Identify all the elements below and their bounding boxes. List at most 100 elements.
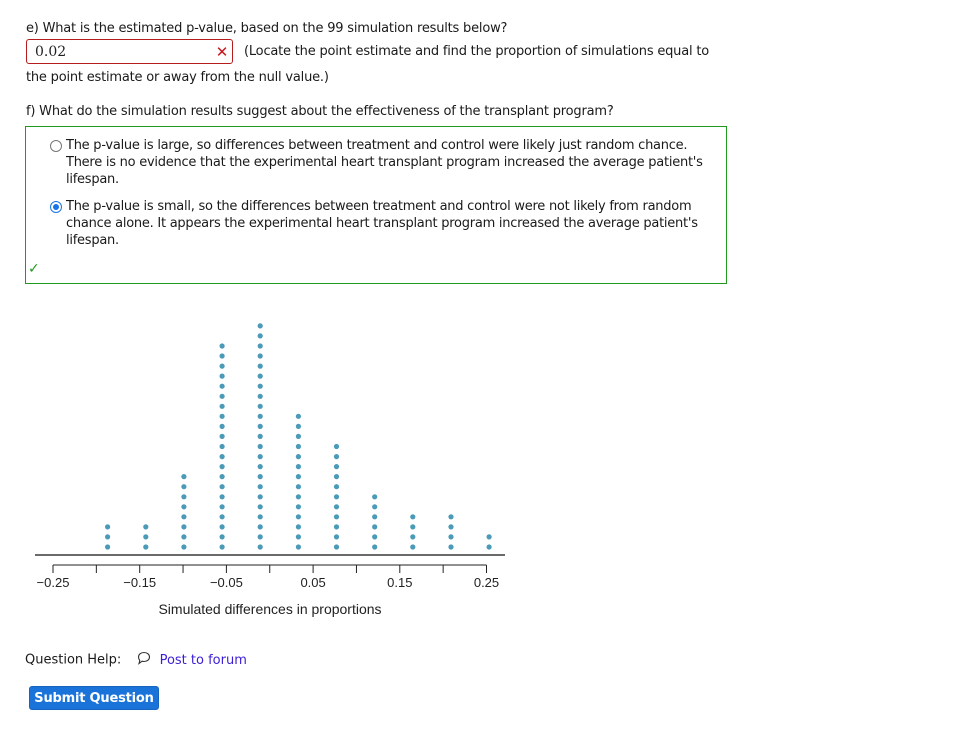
dot-point bbox=[257, 443, 263, 450]
dot-point bbox=[295, 484, 301, 490]
dot-point bbox=[219, 464, 225, 470]
hint-text-line-2: the point estimate or away from the null… bbox=[26, 70, 329, 85]
dot-point bbox=[181, 474, 187, 480]
dot-point bbox=[257, 534, 263, 540]
submit-question-button[interactable]: Submit Question bbox=[29, 686, 159, 710]
dot-point bbox=[219, 504, 225, 510]
dot-point bbox=[219, 363, 225, 369]
dot-point bbox=[181, 494, 187, 500]
dot-point bbox=[257, 413, 263, 419]
x-axis-ticks: −0.25 −0.15 −0.05 0.05 0.15 0.25 bbox=[37, 565, 499, 590]
dot-point bbox=[257, 504, 263, 510]
x-tick-label: −0.25 bbox=[37, 575, 70, 590]
dot-point bbox=[295, 464, 301, 470]
dot-point bbox=[257, 514, 263, 520]
dot-point bbox=[486, 544, 492, 550]
dot-point bbox=[219, 534, 225, 540]
dot-point bbox=[257, 423, 263, 429]
x-tick-label: 0.25 bbox=[474, 575, 499, 590]
x-tick-label: 0.15 bbox=[387, 575, 412, 590]
dot-point bbox=[333, 494, 340, 500]
dot-point bbox=[295, 454, 301, 460]
dot-point bbox=[333, 454, 340, 460]
dot-point bbox=[333, 484, 340, 490]
correct-check-icon: ✓ bbox=[28, 261, 40, 277]
dot-point bbox=[219, 353, 225, 359]
dot-point bbox=[257, 433, 263, 439]
dot-point bbox=[219, 393, 225, 399]
hint-text-line-1: (Locate the point estimate and find the … bbox=[244, 44, 709, 59]
dot-point bbox=[448, 534, 454, 540]
dot-point bbox=[181, 524, 187, 530]
dot-point bbox=[257, 343, 263, 349]
dot-point bbox=[333, 514, 340, 520]
dot-point bbox=[257, 403, 263, 409]
dot-point bbox=[257, 353, 263, 359]
dot-point bbox=[257, 333, 263, 339]
dot-point bbox=[181, 544, 187, 550]
dot-point bbox=[219, 413, 225, 419]
dot-plot-chart: −0.25 −0.15 −0.05 0.05 0.15 0.25 Simulated di… bbox=[35, 323, 505, 617]
question-e-prompt: e) What is the estimated p-value, based … bbox=[26, 21, 508, 36]
choice-option-small-p-value[interactable]: The p-value is small, so the differences… bbox=[50, 198, 722, 249]
radio-button-unselected[interactable] bbox=[50, 140, 62, 152]
dot-point bbox=[295, 433, 301, 439]
dot-point bbox=[219, 494, 225, 500]
dot-point bbox=[372, 534, 378, 540]
dot-point bbox=[295, 524, 301, 530]
dot-point bbox=[295, 423, 301, 429]
dots-layer bbox=[105, 323, 492, 550]
dot-point bbox=[448, 544, 454, 550]
dot-point bbox=[219, 423, 225, 429]
dot-point bbox=[333, 544, 340, 550]
dot-point bbox=[219, 343, 225, 349]
dot-point bbox=[257, 323, 263, 329]
dot-point bbox=[105, 544, 111, 550]
dot-point bbox=[257, 474, 263, 480]
dot-point bbox=[219, 474, 225, 480]
dot-point bbox=[105, 534, 111, 540]
speech-bubble-icon bbox=[137, 651, 151, 669]
dot-point bbox=[219, 373, 225, 379]
dot-point bbox=[448, 514, 454, 520]
dot-point bbox=[181, 534, 187, 540]
dot-point bbox=[219, 403, 225, 409]
dot-point bbox=[257, 373, 263, 379]
radio-button-selected[interactable] bbox=[50, 201, 62, 213]
choice-option-large-p-value[interactable]: The p-value is large, so differences bet… bbox=[50, 137, 722, 188]
dot-point bbox=[410, 544, 416, 550]
post-to-forum-link[interactable]: Post to forum bbox=[160, 653, 247, 668]
dot-point bbox=[143, 524, 149, 530]
dot-point bbox=[295, 514, 301, 520]
dot-point bbox=[333, 534, 340, 540]
question-help-label: Question Help: bbox=[25, 652, 122, 668]
dot-point bbox=[372, 494, 378, 500]
dot-point bbox=[219, 443, 225, 450]
p-value-answer-field[interactable]: ✕ bbox=[26, 39, 233, 64]
x-axis-label: Simulated differences in proportions bbox=[158, 601, 381, 617]
dot-point bbox=[295, 544, 301, 550]
question-help: Question Help: Post to forum bbox=[25, 651, 247, 669]
choice-text: The p-value is small, so the differences… bbox=[66, 199, 698, 248]
dot-point bbox=[372, 544, 378, 550]
dot-point bbox=[295, 534, 301, 540]
dot-point bbox=[181, 514, 187, 520]
dot-point bbox=[105, 524, 111, 530]
dot-point bbox=[295, 413, 301, 419]
dot-point bbox=[295, 474, 301, 480]
dot-point bbox=[181, 484, 187, 490]
choices-group: The p-value is large, so differences bet… bbox=[25, 126, 727, 284]
dot-point bbox=[257, 524, 263, 530]
dot-point bbox=[257, 494, 263, 500]
dot-point bbox=[257, 363, 263, 369]
dot-point bbox=[143, 534, 149, 540]
p-value-input[interactable] bbox=[35, 43, 205, 61]
dot-point bbox=[295, 443, 301, 450]
dot-point bbox=[257, 383, 263, 389]
dot-point bbox=[486, 534, 492, 540]
dot-point bbox=[219, 514, 225, 520]
dot-point bbox=[257, 393, 263, 399]
dot-point bbox=[219, 433, 225, 439]
dot-point bbox=[219, 454, 225, 460]
dot-point bbox=[181, 504, 187, 510]
